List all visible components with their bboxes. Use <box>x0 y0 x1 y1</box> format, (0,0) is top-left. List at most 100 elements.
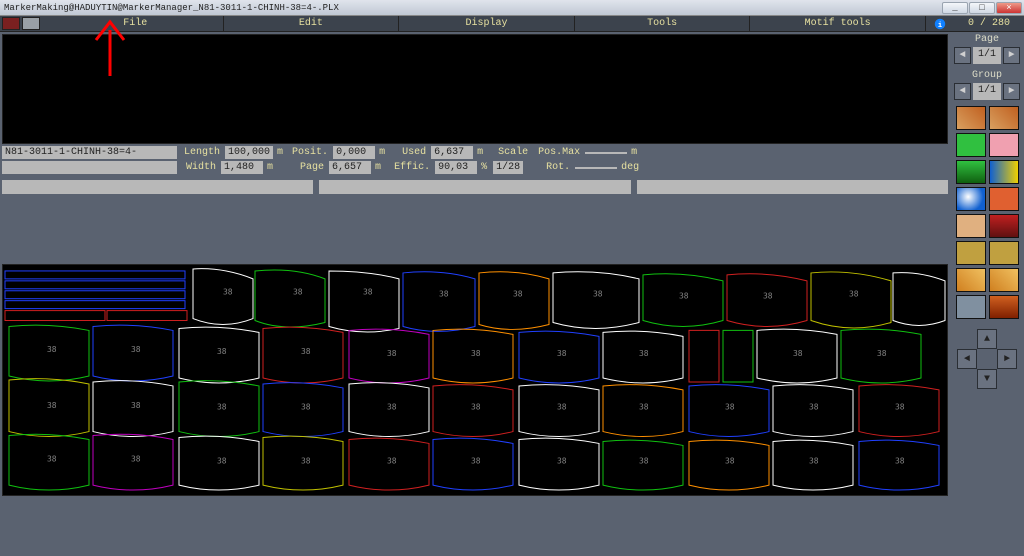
tool-hand-icon[interactable] <box>989 133 1019 157</box>
tool-misc-1[interactable] <box>956 241 986 265</box>
tool-misc-6[interactable] <box>989 295 1019 319</box>
svg-text:38: 38 <box>471 349 481 358</box>
app-icon-1[interactable] <box>2 17 20 30</box>
menubar-icons <box>0 16 48 31</box>
preview-viewport[interactable] <box>2 34 948 144</box>
rot-unit: deg <box>619 162 641 173</box>
status-bars <box>2 180 948 194</box>
menu-file[interactable]: File <box>48 16 224 31</box>
used-unit: m <box>475 147 485 158</box>
svg-text:38: 38 <box>301 403 311 412</box>
pan-left-button[interactable]: ◄ <box>957 349 977 369</box>
group-prev-button[interactable]: ◄ <box>954 83 971 100</box>
info-icon[interactable]: i <box>926 16 954 31</box>
scale-label: Scale <box>493 146 531 159</box>
svg-text:38: 38 <box>363 288 373 297</box>
menubar: File Edit Display Tools Motif tools i 0 … <box>0 16 1024 32</box>
page-unit: m <box>373 162 383 173</box>
used-value[interactable]: 6,637 <box>431 146 473 159</box>
posmax-value[interactable] <box>585 152 627 154</box>
svg-text:38: 38 <box>131 345 141 354</box>
tool-grid-1[interactable] <box>956 214 986 238</box>
svg-text:38: 38 <box>895 403 905 412</box>
svg-text:38: 38 <box>471 456 481 465</box>
posmax-unit: m <box>629 147 639 158</box>
tool-misc-5[interactable] <box>956 295 986 319</box>
width-label: Width <box>181 161 219 174</box>
svg-text:38: 38 <box>223 288 233 297</box>
close-button[interactable]: × <box>996 2 1022 14</box>
svg-text:i: i <box>938 22 943 30</box>
tool-misc-2[interactable] <box>989 241 1019 265</box>
svg-text:38: 38 <box>725 403 735 412</box>
status-bar-2[interactable] <box>319 180 630 194</box>
page-value[interactable]: 6,657 <box>329 161 371 174</box>
svg-text:38: 38 <box>387 349 397 358</box>
svg-text:38: 38 <box>557 456 567 465</box>
minimize-button[interactable]: _ <box>942 2 968 14</box>
pan-down-button[interactable]: ▼ <box>977 369 997 389</box>
svg-text:38: 38 <box>301 347 311 356</box>
svg-text:38: 38 <box>217 403 227 412</box>
page-indicator: 1/1 <box>973 47 1001 64</box>
tool-misc-3[interactable] <box>956 268 986 292</box>
direction-pad: ▲ ◄ ► ▼ <box>952 329 1022 389</box>
svg-text:38: 38 <box>387 403 397 412</box>
svg-text:38: 38 <box>593 290 603 299</box>
width-value[interactable]: 1,480 <box>221 161 263 174</box>
svg-text:38: 38 <box>513 290 523 299</box>
tool-move[interactable] <box>956 133 986 157</box>
page-prev-button[interactable]: ◄ <box>954 47 971 64</box>
svg-text:38: 38 <box>439 290 449 299</box>
menu-tools[interactable]: Tools <box>575 16 751 31</box>
status-bar-1[interactable] <box>2 180 313 194</box>
svg-text:38: 38 <box>763 292 773 301</box>
svg-text:38: 38 <box>47 345 57 354</box>
tool-nest-1[interactable] <box>956 106 986 130</box>
tool-grid-2[interactable] <box>989 214 1019 238</box>
svg-text:38: 38 <box>301 456 311 465</box>
svg-text:38: 38 <box>877 349 887 358</box>
menu-display[interactable]: Display <box>399 16 575 31</box>
marker-name-field[interactable]: N81-3011-1-CHINH-38=4- <box>2 146 177 159</box>
svg-text:38: 38 <box>471 403 481 412</box>
svg-text:38: 38 <box>809 456 819 465</box>
group-section-label: Group <box>952 70 1022 81</box>
posit-label: Posit. <box>289 146 331 159</box>
posit-unit: m <box>377 147 387 158</box>
svg-text:38: 38 <box>131 454 141 463</box>
status-bar-3[interactable] <box>637 180 948 194</box>
svg-text:38: 38 <box>557 403 567 412</box>
tool-zoom-icon[interactable] <box>956 187 986 211</box>
app-icon-2[interactable] <box>22 17 40 30</box>
marker-viewport[interactable]: 38 38 38 38 38 38 38 38 38 38 38 38 38 38 38 38 38 3… <box>2 264 948 496</box>
svg-text:38: 38 <box>387 456 397 465</box>
maximize-button[interactable]: □ <box>969 2 995 14</box>
tool-nest-2[interactable] <box>989 106 1019 130</box>
posit-value[interactable]: 0,000 <box>333 146 375 159</box>
menu-edit[interactable]: Edit <box>224 16 400 31</box>
length-unit: m <box>275 147 285 158</box>
svg-text:38: 38 <box>895 456 905 465</box>
marker-name-sub[interactable] <box>2 161 177 174</box>
rot-value[interactable] <box>575 167 617 169</box>
pan-up-button[interactable]: ▲ <box>977 329 997 349</box>
tool-zoomarea[interactable] <box>956 160 986 184</box>
effic-unit: % <box>479 162 489 173</box>
tool-flag[interactable] <box>989 160 1019 184</box>
tool-rotate[interactable] <box>989 187 1019 211</box>
svg-text:38: 38 <box>793 349 803 358</box>
svg-text:38: 38 <box>293 288 303 297</box>
content-area: N81-3011-1-CHINH-38=4- Length 100,000 m … <box>0 32 950 554</box>
pan-right-button[interactable]: ► <box>997 349 1017 369</box>
piece-counter: 0 / 280 <box>954 16 1024 31</box>
effic-value[interactable]: 90,03 <box>435 161 477 174</box>
tool-misc-4[interactable] <box>989 268 1019 292</box>
effic-label: Effic. <box>391 161 433 174</box>
page-next-button[interactable]: ► <box>1003 47 1020 64</box>
group-next-button[interactable]: ► <box>1003 83 1020 100</box>
length-value[interactable]: 100,000 <box>225 146 273 159</box>
svg-text:38: 38 <box>217 347 227 356</box>
menu-motif-tools[interactable]: Motif tools <box>750 16 926 31</box>
scale-value[interactable]: 1/28 <box>493 161 523 174</box>
